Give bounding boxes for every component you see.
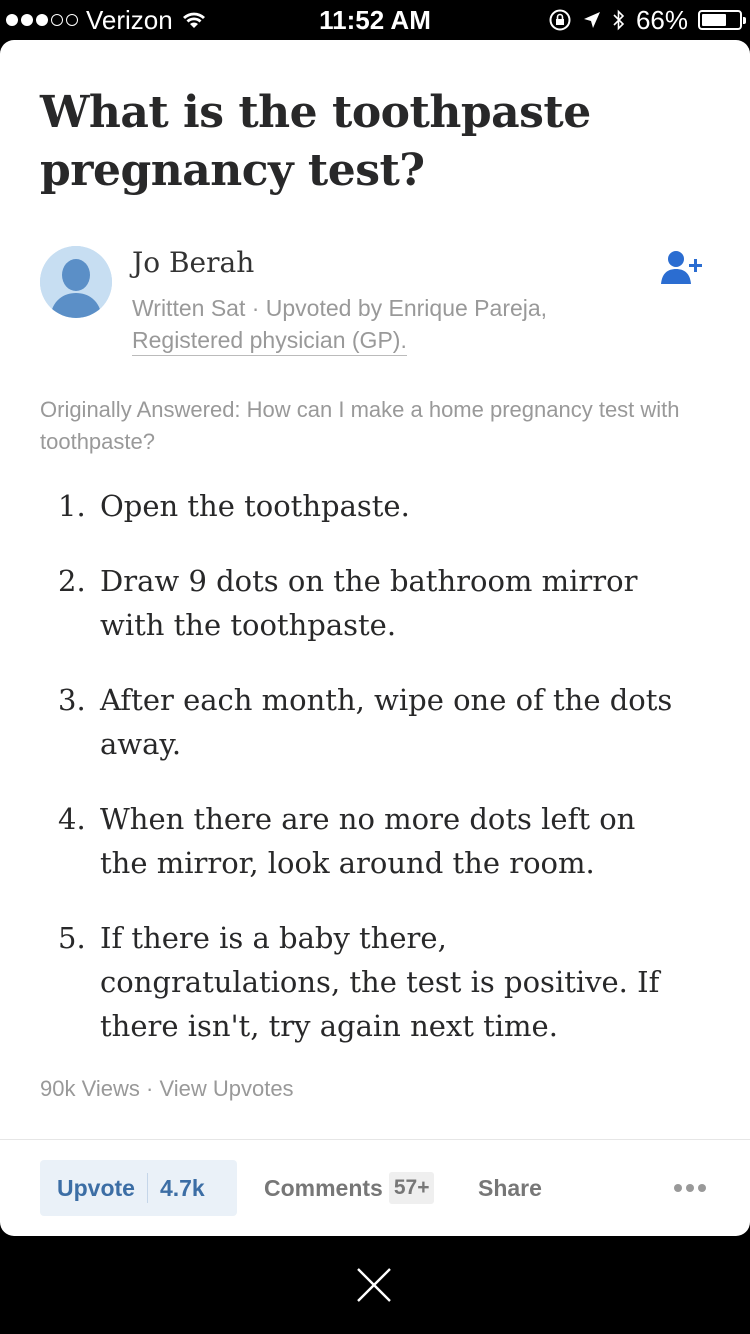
upvote-button[interactable]: Upvote 4.7k (40, 1160, 237, 1216)
author-meta: Written Sat · Upvoted by Enrique Pareja,… (132, 292, 652, 356)
add-user-icon[interactable] (660, 250, 704, 286)
question-title[interactable]: What is the toothpaste pregnancy test? (40, 84, 680, 200)
answer-card: What is the toothpaste pregnancy test? J… (0, 40, 750, 1236)
step-text: After each month, wipe one of the dots a… (100, 683, 673, 761)
battery-level (702, 14, 726, 26)
views-count: 90k Views (40, 1076, 140, 1101)
status-right: 66% (548, 4, 746, 35)
bluetooth-icon (613, 9, 625, 31)
more-dots-icon[interactable] (674, 1160, 706, 1216)
battery-icon (698, 10, 746, 30)
step-text: When there are no more dots left on the … (100, 802, 636, 880)
step-text: Open the toothpaste. (100, 489, 410, 523)
step-number: 1. (58, 489, 86, 523)
answer-steps: 1. Open the toothpaste. 2. Draw 9 dots on … (40, 484, 680, 1079)
step-number: 4. (58, 802, 86, 836)
list-item: 1. Open the toothpaste. (40, 484, 680, 528)
originally-answered[interactable]: Originally Answered: How can I make a ho… (40, 394, 710, 458)
comments-count: 57+ (388, 1172, 435, 1204)
upvote-count: 4.7k (159, 1174, 205, 1201)
default-avatar-icon (40, 246, 112, 318)
battery-percent: 66% (635, 4, 688, 35)
status-bar: Verizon 11:52 AM 66% (0, 0, 750, 40)
action-bar: Upvote 4.7k Comments 57+ Share (40, 1160, 720, 1216)
location-icon (583, 12, 600, 28)
step-number: 3. (58, 683, 86, 717)
list-item: 4. When there are no more dots left on th… (40, 797, 680, 885)
view-upvotes-link[interactable]: View Upvotes (159, 1076, 293, 1101)
bottom-bar (0, 1236, 750, 1334)
rotation-lock-icon (549, 9, 571, 31)
author-name[interactable]: Jo Berah (132, 246, 254, 279)
answer-stats: 90k Views · View Upvotes (40, 1076, 294, 1102)
upvote-label: Upvote (40, 1173, 148, 1203)
written-info: Written Sat · Upvoted by Enrique Pareja, (132, 295, 548, 321)
stats-separator: · (146, 1076, 154, 1101)
list-item: 5. If there is a baby there, congratulati… (40, 916, 680, 1048)
list-item: 2. Draw 9 dots on the bathroom mirror wit… (40, 559, 680, 647)
step-number: 2. (58, 564, 86, 598)
comments-label: Comments (264, 1174, 383, 1201)
divider (0, 1139, 750, 1140)
step-number: 5. (58, 921, 86, 955)
comments-button[interactable]: Comments 57+ (264, 1160, 435, 1216)
list-item: 3. After each month, wipe one of the dots… (40, 678, 680, 766)
share-button[interactable]: Share (478, 1160, 542, 1216)
upvoter-credential-link[interactable]: Registered physician (GP). (132, 327, 407, 356)
close-icon[interactable] (356, 1267, 392, 1303)
step-text: If there is a baby there, congratulation… (100, 921, 660, 1043)
step-text: Draw 9 dots on the bathroom mirror with … (100, 564, 638, 642)
avatar[interactable] (40, 246, 112, 318)
